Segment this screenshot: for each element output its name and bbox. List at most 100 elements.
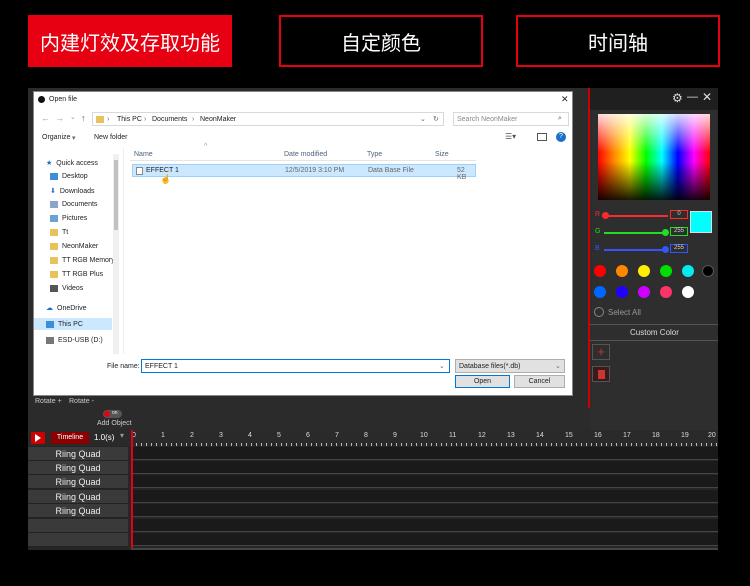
nav-downloads[interactable]: ⬇ Downloads — [50, 187, 95, 196]
nav-usb-drive[interactable]: ESD-USB (D:) — [46, 337, 103, 344]
green-value[interactable]: 255 — [670, 227, 688, 236]
nav-tt-rgb-memory[interactable]: TT RGB Memory — [50, 257, 115, 264]
preview-pane-icon[interactable] — [537, 133, 547, 141]
nav-documents[interactable]: Documents — [50, 201, 97, 208]
track-lane[interactable] — [131, 447, 718, 460]
track-label[interactable]: Riing Quad — [28, 461, 128, 475]
minimize-icon[interactable]: — — [687, 91, 698, 103]
swatch-blue[interactable] — [594, 286, 606, 298]
chevron-down-icon[interactable]: ⌄ — [439, 362, 445, 370]
track-lane[interactable] — [131, 533, 718, 546]
track-lane[interactable] — [131, 504, 718, 517]
swatch-orange[interactable] — [616, 265, 628, 277]
close-icon[interactable]: ✕ — [561, 94, 569, 105]
search-box[interactable]: Search NeonMaker ⌕ — [453, 112, 569, 126]
nav-tt-rgb-plus[interactable]: TT RGB Plus — [50, 271, 103, 278]
blue-slider[interactable] — [604, 249, 668, 251]
column-size[interactable]: Size — [435, 151, 449, 158]
toggle-switch[interactable]: on — [103, 410, 122, 418]
chevron-down-icon[interactable]: ▾ — [72, 134, 76, 142]
back-icon[interactable]: ← — [41, 113, 50, 123]
red-slider[interactable] — [604, 215, 668, 217]
track-lane[interactable] — [131, 490, 718, 503]
refresh-icon[interactable]: ↻ — [433, 115, 439, 123]
chevron-down-icon[interactable]: ⌄ — [70, 113, 76, 121]
nav-label: Documents — [62, 201, 98, 208]
delete-color-button[interactable] — [592, 366, 610, 382]
add-object-button[interactable]: Add Object — [97, 420, 132, 427]
column-type[interactable]: Type — [367, 151, 382, 158]
nav-videos[interactable]: Videos — [50, 285, 83, 292]
red-value[interactable]: 0 — [670, 210, 688, 219]
swatch-green[interactable] — [660, 265, 672, 277]
tab-builtin-effects[interactable]: 内建灯效及存取功能 — [28, 15, 232, 67]
nav-desktop[interactable]: Desktop — [50, 173, 88, 180]
track-lane[interactable] — [131, 519, 718, 532]
breadcrumb-this-pc[interactable]: This PC — [117, 116, 142, 123]
swatch-indigo[interactable] — [616, 286, 628, 298]
close-icon[interactable]: ✕ — [702, 90, 712, 104]
track-label[interactable]: Riing Quad — [28, 504, 128, 518]
track-label[interactable]: Riing Quad — [28, 447, 128, 461]
red-slider-knob[interactable] — [602, 212, 609, 219]
timeline-button[interactable]: Timeline — [51, 432, 89, 444]
track-lane[interactable] — [131, 461, 718, 474]
swatch-purple[interactable] — [638, 286, 650, 298]
new-folder-button[interactable]: New folder — [94, 134, 127, 141]
file-row[interactable]: EFFECT 1 12/5/2019 3:10 PM Data Base Fil… — [132, 164, 476, 181]
cancel-button[interactable]: Cancel — [514, 375, 565, 388]
swatch-pink[interactable] — [660, 286, 672, 298]
track-label[interactable]: Riing Quad — [28, 490, 128, 504]
chevron-down-icon[interactable]: ⌄ — [420, 115, 426, 123]
track-lane[interactable] — [131, 475, 718, 488]
blue-value[interactable]: 255 — [670, 244, 688, 253]
nav-neonmaker[interactable]: NeonMaker — [50, 243, 98, 250]
breadcrumb-neonmaker[interactable]: NeonMaker — [200, 116, 236, 123]
swatch-cyan[interactable] — [682, 265, 694, 277]
column-name[interactable]: Name — [134, 151, 153, 158]
nav-quick-access[interactable]: ★ Quick access — [46, 159, 98, 168]
tab-custom-color[interactable]: 自定颜色 — [279, 15, 483, 67]
track-label[interactable]: Riing Quad — [28, 475, 128, 489]
playhead[interactable] — [131, 430, 133, 550]
chevron-down-icon[interactable]: ▾ — [120, 431, 124, 440]
up-icon[interactable]: ↑ — [81, 113, 86, 123]
swatch-yellow[interactable] — [638, 265, 650, 277]
organize-menu[interactable]: Organize — [42, 134, 70, 141]
color-palette[interactable] — [598, 114, 710, 200]
swatch-white[interactable] — [682, 286, 694, 298]
swatch-red[interactable] — [594, 265, 606, 277]
toggle-knob — [104, 411, 110, 417]
add-color-button[interactable]: + — [592, 344, 610, 360]
file-name-input[interactable]: EFFECT 1 ⌄ — [141, 359, 450, 373]
nav-pictures[interactable]: Pictures — [50, 215, 87, 222]
address-bar[interactable]: › This PC › Documents › NeonMaker ⌄ ↻ — [92, 112, 444, 126]
column-date[interactable]: Date modified — [284, 151, 327, 158]
tab-timeline[interactable]: 时间轴 — [516, 15, 720, 67]
divider — [590, 324, 718, 325]
timeline-scrollbar[interactable] — [131, 548, 718, 550]
forward-icon[interactable]: → — [55, 113, 64, 123]
breadcrumb-documents[interactable]: Documents — [152, 116, 187, 123]
nav-tt[interactable]: Tt — [50, 229, 68, 236]
green-slider[interactable] — [604, 232, 668, 234]
scrollbar-thumb[interactable] — [114, 160, 118, 230]
help-icon[interactable]: ? — [556, 132, 566, 142]
view-options-icon[interactable]: ☰▾ — [505, 132, 516, 141]
gear-icon[interactable]: ⚙ — [672, 91, 683, 105]
time-ruler[interactable]: 0 1 2 3 4 5 6 7 8 9 10 11 12 13 14 15 16… — [131, 430, 718, 446]
nav-scrollbar[interactable] — [113, 154, 119, 354]
nav-onedrive[interactable]: ☁ OneDrive — [46, 304, 87, 313]
swatch-black[interactable] — [702, 265, 714, 277]
nav-this-pc[interactable]: This PC — [34, 318, 112, 330]
speed-value[interactable]: 1.0(s) — [94, 433, 114, 442]
open-button[interactable]: Open — [455, 375, 510, 388]
rotate-plus-button[interactable]: Rotate + — [35, 398, 62, 405]
green-slider-knob[interactable] — [662, 229, 669, 236]
rotate-minus-button[interactable]: Rotate - — [69, 398, 94, 405]
selected-color-preview — [690, 211, 712, 233]
blue-slider-knob[interactable] — [662, 246, 669, 253]
file-type-select[interactable]: Database files(*.db) ⌄ — [455, 359, 565, 373]
play-button[interactable] — [31, 432, 45, 444]
select-all-radio[interactable] — [594, 307, 604, 317]
